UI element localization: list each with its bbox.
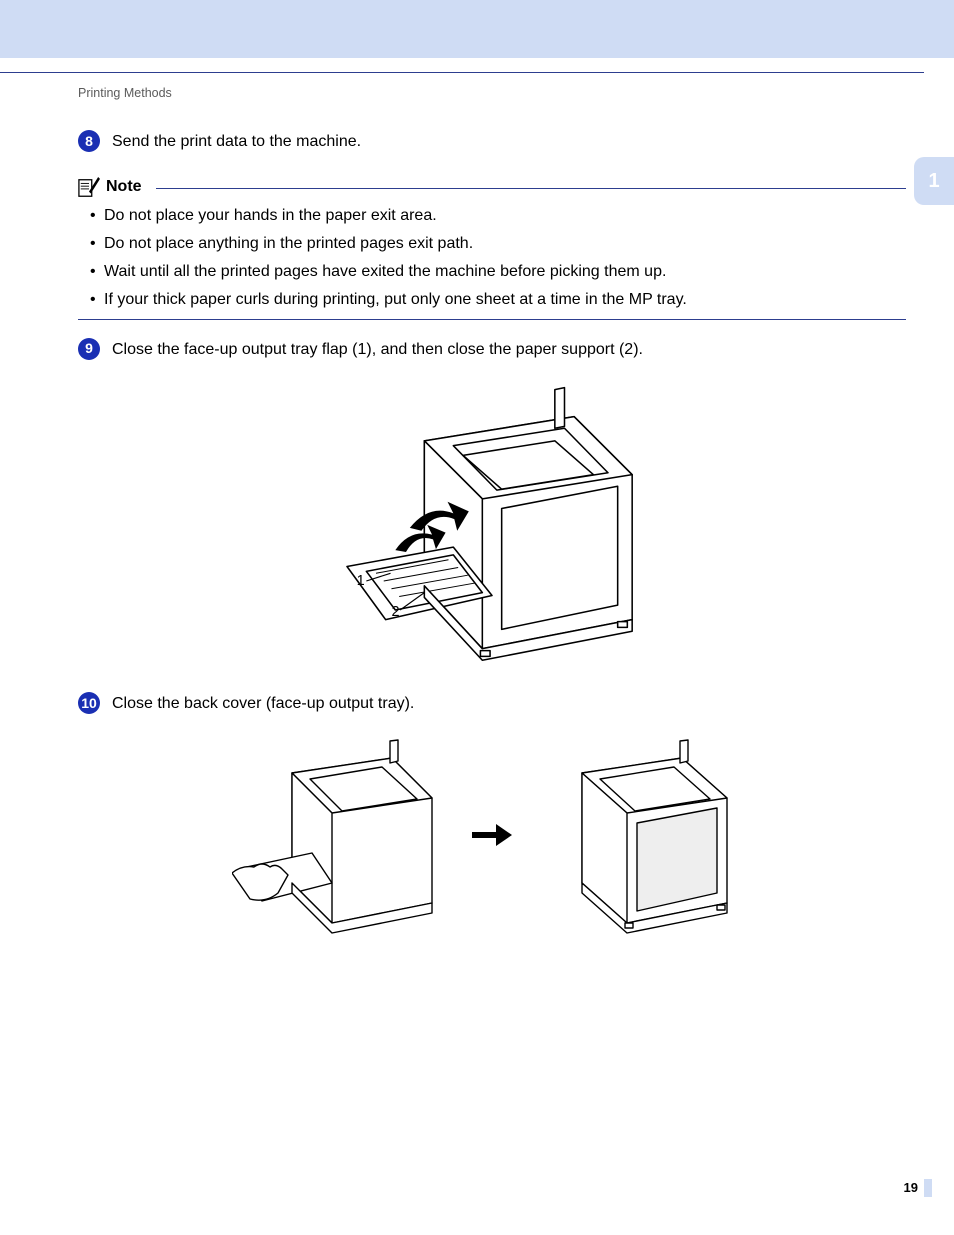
- step-8: 8 Send the print data to the machine.: [78, 130, 906, 153]
- page-number: 19: [904, 1180, 918, 1195]
- figure-step-9: 1 2: [78, 378, 906, 668]
- page-number-accent: [924, 1179, 932, 1197]
- note-item: Wait until all the printed pages have ex…: [90, 263, 906, 281]
- page-content: 8 Send the print data to the machine. No…: [78, 130, 906, 961]
- header-rule: [0, 72, 924, 73]
- arrow-icon: [472, 815, 512, 860]
- note-item: Do not place your hands in the paper exi…: [90, 207, 906, 225]
- step-badge-10: 10: [78, 692, 100, 714]
- step-10: 10 Close the back cover (face-up output …: [78, 692, 906, 715]
- section-title: Printing Methods: [78, 86, 172, 100]
- step-badge-8: 8: [78, 130, 100, 152]
- note-block: Note Do not place your hands in the pape…: [78, 177, 906, 320]
- step-10-text: Close the back cover (face-up output tra…: [112, 692, 906, 715]
- callout-1: 1: [357, 573, 365, 589]
- step-9-text: Close the face-up output tray flap (1), …: [112, 338, 906, 361]
- chapter-tab: 1: [914, 157, 954, 205]
- step-9: 9 Close the face-up output tray flap (1)…: [78, 338, 906, 361]
- figure-step-10: [78, 733, 906, 943]
- callout-2: 2: [391, 604, 399, 620]
- printer-illustration-open-tray: 1 2: [302, 378, 682, 668]
- note-rule-bottom: [78, 319, 906, 320]
- note-label: Note: [106, 178, 150, 196]
- note-item: Do not place anything in the printed pag…: [90, 235, 906, 253]
- header-band: [0, 0, 954, 58]
- note-icon: [78, 177, 100, 197]
- note-rule-top: [156, 188, 906, 189]
- printer-illustration-closing: [232, 733, 452, 943]
- printer-illustration-closed: [532, 733, 752, 943]
- note-item: If your thick paper curls during printin…: [90, 291, 906, 309]
- note-list: Do not place your hands in the paper exi…: [90, 207, 906, 309]
- step-badge-9: 9: [78, 338, 100, 360]
- step-8-text: Send the print data to the machine.: [112, 130, 906, 153]
